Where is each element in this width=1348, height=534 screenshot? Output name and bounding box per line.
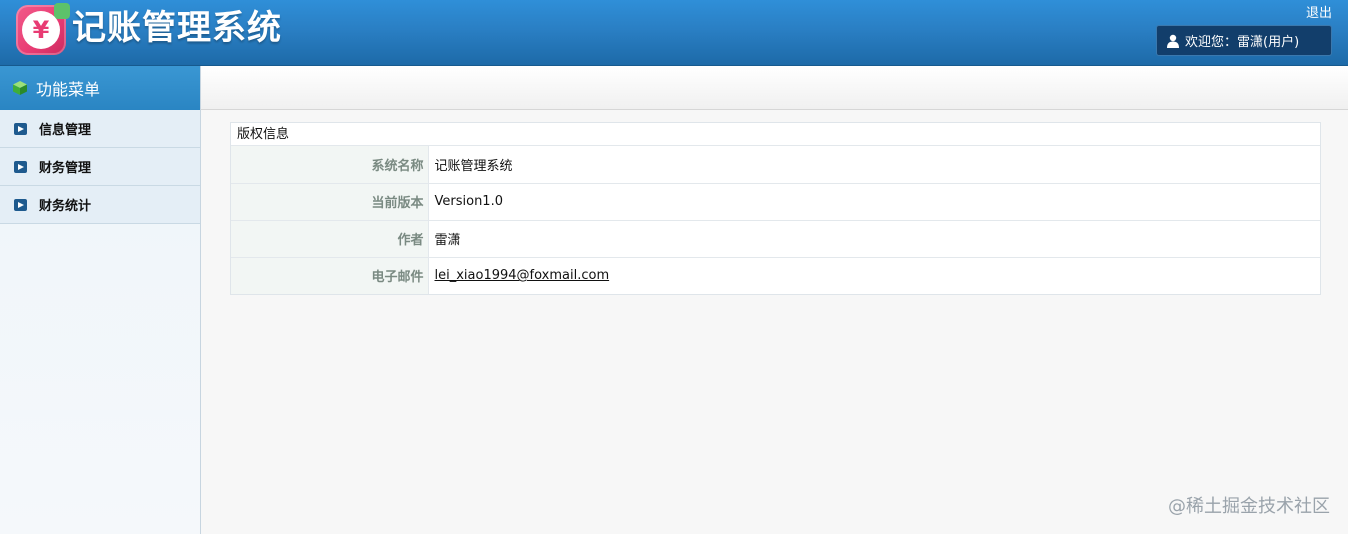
table-row: 作者 雷潇 <box>231 220 1320 258</box>
app-header: ¥ 记账管理系统 退出 欢迎您：雷潇(用户) <box>0 0 1348 66</box>
table-row: 系统名称 记账管理系统 <box>231 146 1320 184</box>
table-row: 电子邮件 lei_xiao1994@foxmail.com <box>231 257 1320 294</box>
info-table: 系统名称 记账管理系统 当前版本 Version1.0 作者 雷潇 电子邮件 l… <box>231 146 1320 294</box>
row-label: 系统名称 <box>231 146 429 184</box>
welcome-text: 欢迎您：雷潇(用户) <box>1185 35 1300 50</box>
play-arrow-icon <box>14 122 27 135</box>
sidebar-item-label: 财务管理 <box>39 161 92 176</box>
logout-link[interactable]: 退出 <box>1306 2 1332 21</box>
menu-title-text: 功能菜单 <box>36 80 101 99</box>
menu-title: 功能菜单 <box>0 66 200 110</box>
welcome-box: 欢迎您：雷潇(用户) <box>1156 25 1332 56</box>
play-arrow-icon <box>14 198 27 211</box>
cube-icon <box>13 81 27 95</box>
row-value: lei_xiao1994@foxmail.com <box>428 257 1320 294</box>
sidebar-item-label: 信息管理 <box>39 123 92 138</box>
sidebar-item-finance-statistics[interactable]: 财务统计 <box>0 186 200 224</box>
logo-icon: ¥ <box>16 3 70 55</box>
play-arrow-icon <box>14 160 27 173</box>
user-icon <box>1167 34 1179 48</box>
table-row: 当前版本 Version1.0 <box>231 183 1320 221</box>
row-value: 记账管理系统 <box>428 146 1320 184</box>
app-title: 记账管理系统 <box>72 8 282 48</box>
row-label: 作者 <box>231 220 429 258</box>
panel-title: 版权信息 <box>231 123 1320 146</box>
email-link[interactable]: lei_xiao1994@foxmail.com <box>435 268 610 283</box>
row-value: 雷潇 <box>428 220 1320 258</box>
sidebar-item-finance-management[interactable]: 财务管理 <box>0 148 200 186</box>
watermark: @稀土掘金技术社区 <box>1168 496 1330 517</box>
sidebar-item-label: 财务统计 <box>39 199 92 214</box>
row-value: Version1.0 <box>428 183 1320 221</box>
sidebar: 功能菜单 信息管理 财务管理 财务统计 <box>0 66 201 534</box>
content-toolbar <box>201 66 1348 110</box>
copyright-panel: 版权信息 系统名称 记账管理系统 当前版本 Version1.0 作者 雷潇 电… <box>230 122 1321 295</box>
row-label: 当前版本 <box>231 183 429 221</box>
yen-icon: ¥ <box>32 16 50 44</box>
sidebar-item-info-management[interactable]: 信息管理 <box>0 110 200 148</box>
logo-ring: ¥ <box>22 11 60 49</box>
row-label: 电子邮件 <box>231 257 429 294</box>
